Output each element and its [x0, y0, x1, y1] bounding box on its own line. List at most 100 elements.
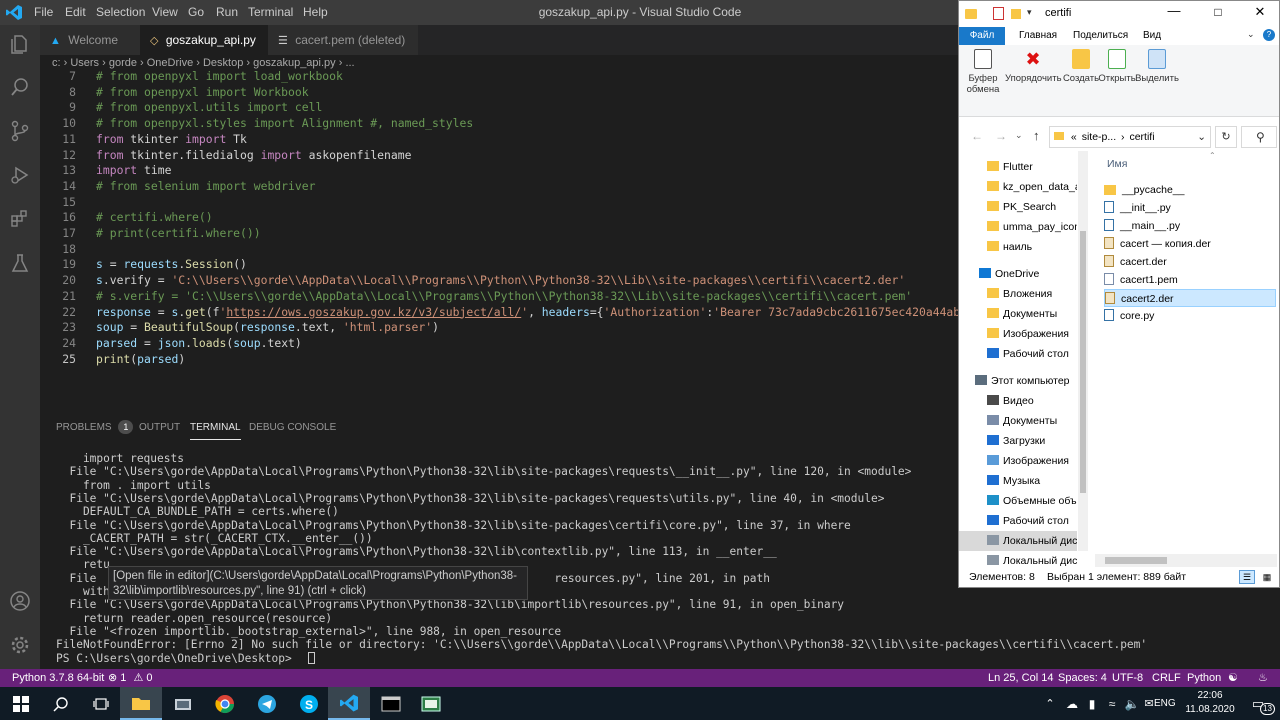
code-line[interactable]: from tkinter import Tk	[96, 132, 247, 146]
ribbon-tab-view[interactable]: Вид	[1143, 27, 1161, 45]
nav-item[interactable]: Загрузки	[959, 431, 1077, 451]
terminal-taskbar-icon[interactable]	[370, 687, 412, 720]
nav-item[interactable]: Вложения	[959, 284, 1077, 304]
tray-chevron-icon[interactable]: ⌃	[1040, 687, 1060, 720]
code-line[interactable]: # from openpyxl import Workbook	[96, 85, 309, 99]
menu-view[interactable]: View	[152, 0, 178, 25]
clipboard-button[interactable]: Буфер обмена	[961, 49, 1005, 95]
nav-item[interactable]: Этот компьютер	[959, 371, 1077, 391]
wifi-icon[interactable]: ≈	[1102, 687, 1122, 720]
problems-status[interactable]: ⊗ 1 ⚠ 0	[108, 669, 153, 687]
file-item[interactable]: __init__.py	[1104, 199, 1276, 217]
python-interpreter[interactable]: Python 3.7.8 64-bit	[12, 669, 104, 687]
nav-item[interactable]: Изображения	[959, 324, 1077, 344]
code-editor[interactable]: 7 # from openpyxl import load_workbook 8 # …	[40, 71, 960, 411]
nav-item[interactable]: Документы	[959, 411, 1077, 431]
vscode-taskbar-icon[interactable]	[328, 687, 370, 720]
tab-cacert-deleted[interactable]: ☰ cacert.pem (deleted)	[268, 25, 418, 55]
ribbon-tab-file[interactable]: Файл	[959, 27, 1005, 45]
input-language[interactable]: ENG	[1154, 687, 1176, 720]
search-icon[interactable]	[0, 67, 40, 107]
tab-output[interactable]: OUTPUT	[139, 417, 180, 439]
volume-icon[interactable]: 🔈	[1122, 687, 1142, 720]
notifications-bell-icon[interactable]: ♨	[1258, 669, 1268, 687]
nav-item[interactable]: umma_pay_icons	[959, 217, 1077, 237]
code-line[interactable]: # from openpyxl.utils import cell	[96, 100, 322, 114]
nav-item[interactable]: Рабочий стол	[959, 511, 1077, 531]
address-segment-site-packages[interactable]: site-p...	[1082, 131, 1116, 143]
files-hscrollbar[interactable]	[1095, 554, 1277, 567]
code-line[interactable]: # certifi.where()	[96, 210, 213, 224]
code-line[interactable]: parsed = json.loads(soup.text)	[96, 336, 302, 350]
menu-edit[interactable]: Edit	[65, 0, 86, 25]
code-line[interactable]: import time	[96, 163, 171, 177]
menu-file[interactable]: File	[34, 0, 53, 25]
live-share-icon[interactable]: ☯	[1228, 669, 1238, 687]
nav-item[interactable]: Рабочий стол	[959, 344, 1077, 364]
file-item[interactable]: cacert1.pem	[1104, 271, 1276, 289]
code-line[interactable]: s.verify = 'C:\\Users\\gorde\\AppData\\L…	[96, 273, 905, 287]
encoding[interactable]: UTF-8	[1112, 669, 1143, 687]
file-item[interactable]: __main__.py	[1104, 217, 1276, 235]
menu-help[interactable]: Help	[303, 0, 328, 25]
testing-flask-icon[interactable]	[0, 243, 40, 283]
menu-terminal[interactable]: Terminal	[248, 0, 293, 25]
ribbon-expand-icon[interactable]: ⌄	[1247, 29, 1255, 40]
help-icon[interactable]: ?	[1263, 29, 1275, 41]
organize-button[interactable]: ✖ Упорядочить	[1005, 49, 1062, 84]
properties-icon[interactable]	[993, 7, 1004, 20]
account-icon[interactable]	[0, 581, 40, 621]
chrome-icon[interactable]	[204, 687, 246, 720]
code-line[interactable]: response = s.get(f'https://ows.goszakup.…	[96, 305, 960, 319]
search-icon[interactable]	[40, 687, 82, 720]
telegram-icon[interactable]	[246, 687, 288, 720]
code-line[interactable]: # from openpyxl.styles import Alignment …	[96, 116, 473, 130]
breadcrumb[interactable]: c: › Users › gorde › OneDrive › Desktop …	[40, 55, 960, 71]
app-icon[interactable]	[162, 687, 204, 720]
tab-goszakup-api[interactable]: ◇ goszakup_api.py ✕	[140, 25, 268, 78]
nav-scrollbar[interactable]	[1078, 151, 1088, 551]
select-button[interactable]: Выделить	[1135, 49, 1179, 84]
end-of-line[interactable]: CRLF	[1152, 669, 1181, 687]
nav-item[interactable]: PK_Search	[959, 197, 1077, 217]
nav-item[interactable]: Документы	[959, 304, 1077, 324]
windows-start-icon[interactable]	[0, 687, 42, 720]
hscrollbar-thumb[interactable]	[1105, 557, 1167, 564]
code-line[interactable]: # from openpyxl import load_workbook	[96, 71, 343, 83]
open-button[interactable]: Открыть	[1095, 49, 1139, 84]
task-view-icon[interactable]	[80, 687, 122, 720]
ribbon-tab-home[interactable]: Главная	[1019, 27, 1057, 45]
maximize-icon[interactable]: □	[1203, 5, 1233, 19]
clock[interactable]: 22:06 11.08.2020	[1185, 689, 1235, 717]
menu-go[interactable]: Go	[188, 0, 204, 25]
code-line[interactable]: from tkinter.filedialog import askopenfi…	[96, 148, 411, 162]
app-window-icon[interactable]	[410, 687, 452, 720]
nav-scrollbar-thumb[interactable]	[1080, 231, 1086, 493]
manage-gear-icon[interactable]	[0, 625, 40, 665]
nav-item[interactable]: наиль	[959, 237, 1077, 257]
new-folder-quick-icon[interactable]	[1011, 9, 1021, 19]
file-item[interactable]: cacert — копия.der	[1104, 235, 1276, 253]
file-item[interactable]: cacert.der	[1104, 253, 1276, 271]
up-icon[interactable]: ↑	[1033, 128, 1040, 143]
recent-dropdown-icon[interactable]: ⌄	[1015, 130, 1023, 141]
code-line[interactable]: s = requests.Session()	[96, 257, 247, 271]
file-explorer-taskbar-icon[interactable]	[120, 687, 162, 720]
forward-icon[interactable]: →	[995, 129, 1007, 143]
quick-access-dropdown-icon[interactable]: ▾	[1027, 7, 1032, 18]
nav-item[interactable]: OneDrive	[959, 264, 1077, 284]
details-view-icon[interactable]: ☰	[1239, 570, 1255, 584]
tab-problems[interactable]: PROBLEMS 1	[56, 417, 134, 439]
address-overflow[interactable]: «	[1071, 131, 1077, 143]
file-item[interactable]: core.py	[1104, 307, 1276, 325]
cloud-tray-icon[interactable]: ☁	[1062, 687, 1082, 720]
tab-welcome[interactable]: ▲ Welcome	[40, 25, 140, 55]
address-segment-certifi[interactable]: certifi	[1129, 131, 1154, 143]
ribbon-tab-share[interactable]: Поделиться	[1073, 27, 1128, 45]
source-control-icon[interactable]	[0, 111, 40, 151]
terminal-link-line[interactable]: File "C:\Users\gorde\AppData\Local\Progr…	[56, 598, 844, 611]
tab-debug-console[interactable]: DEBUG CONSOLE	[249, 417, 336, 439]
language-mode[interactable]: Python	[1187, 669, 1221, 687]
skype-icon[interactable]: S	[288, 687, 330, 720]
back-icon[interactable]: ←	[971, 129, 983, 143]
